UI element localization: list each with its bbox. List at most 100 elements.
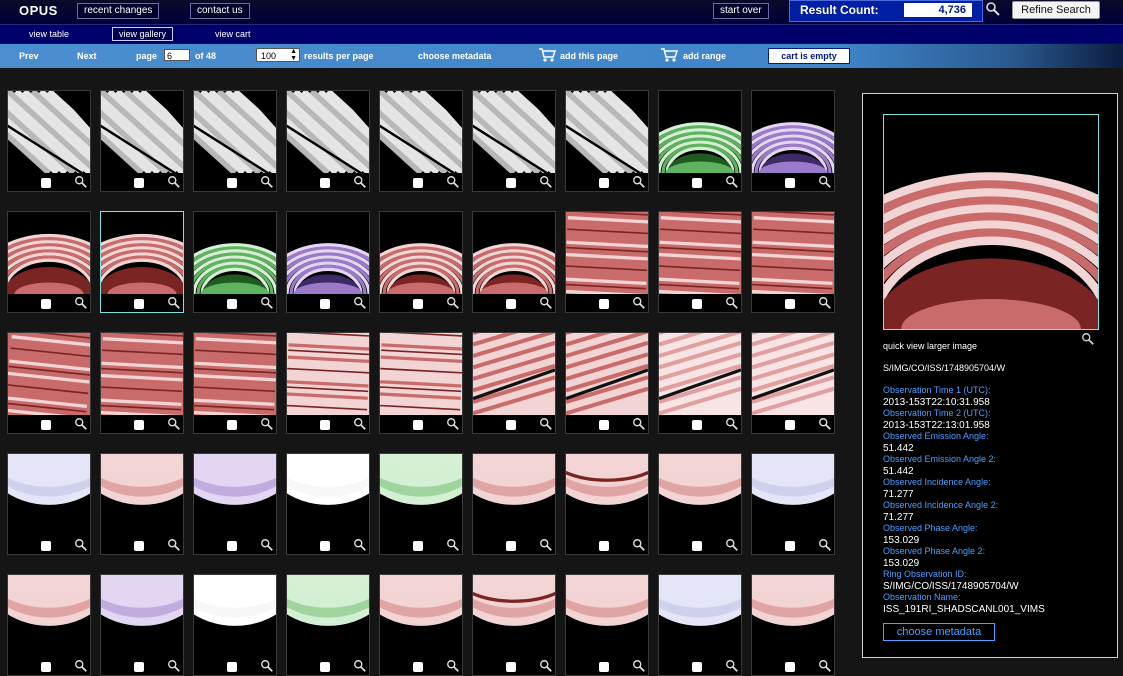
magnifier-icon[interactable] <box>818 175 832 189</box>
magnifier-icon[interactable] <box>539 417 553 431</box>
magnifier-icon[interactable] <box>353 296 367 310</box>
gallery-thumbnail[interactable] <box>658 332 742 434</box>
select-checkbox[interactable] <box>413 541 423 551</box>
magnifier-icon[interactable] <box>167 659 181 673</box>
gallery-thumbnail[interactable] <box>751 332 835 434</box>
magnifier-icon[interactable] <box>725 659 739 673</box>
view-cart-button[interactable]: view cart <box>208 27 258 41</box>
gallery-thumbnail[interactable] <box>751 453 835 555</box>
gallery-thumbnail[interactable] <box>286 453 370 555</box>
gallery-thumbnail[interactable] <box>193 332 277 434</box>
choose-metadata-button[interactable]: choose metadata <box>883 623 995 641</box>
gallery-thumbnail[interactable] <box>751 574 835 676</box>
thumbnail-image[interactable] <box>566 454 648 536</box>
preview-image[interactable] <box>883 114 1099 330</box>
thumbnail-image[interactable] <box>101 212 183 294</box>
thumbnail-image[interactable] <box>473 91 555 173</box>
thumbnail-image[interactable] <box>473 212 555 294</box>
gallery-thumbnail[interactable] <box>7 211 91 313</box>
magnifier-icon[interactable] <box>632 538 646 552</box>
gallery-thumbnail[interactable] <box>100 574 184 676</box>
select-checkbox[interactable] <box>599 662 609 672</box>
select-checkbox[interactable] <box>227 420 237 430</box>
select-checkbox[interactable] <box>134 420 144 430</box>
magnifier-icon[interactable] <box>818 296 832 310</box>
magnifier-icon[interactable] <box>353 538 367 552</box>
thumbnail-image[interactable] <box>101 91 183 173</box>
gallery-thumbnail[interactable] <box>286 332 370 434</box>
gallery-thumbnail[interactable] <box>751 211 835 313</box>
thumbnail-image[interactable] <box>194 575 276 657</box>
thumbnail-image[interactable] <box>380 333 462 415</box>
thumbnail-image[interactable] <box>8 454 90 536</box>
magnifier-icon[interactable] <box>260 296 274 310</box>
thumbnail-image[interactable] <box>287 575 369 657</box>
select-checkbox[interactable] <box>506 178 516 188</box>
magnifier-icon[interactable] <box>632 175 646 189</box>
gallery-thumbnail[interactable] <box>658 453 742 555</box>
magnifier-icon[interactable] <box>632 417 646 431</box>
thumbnail-image[interactable] <box>380 454 462 536</box>
quick-view-label[interactable]: quick view larger image <box>883 341 977 351</box>
thumbnail-image[interactable] <box>380 212 462 294</box>
thumbnail-image[interactable] <box>752 91 834 173</box>
gallery-thumbnail[interactable] <box>565 453 649 555</box>
magnifier-icon[interactable] <box>632 659 646 673</box>
gallery-thumbnail[interactable] <box>472 211 556 313</box>
thumbnail-image[interactable] <box>101 575 183 657</box>
next-button[interactable]: Next <box>77 51 97 61</box>
gallery-thumbnail[interactable] <box>7 453 91 555</box>
magnifier-icon[interactable] <box>74 659 88 673</box>
thumbnail-image[interactable] <box>659 333 741 415</box>
magnifier-icon[interactable] <box>74 296 88 310</box>
gallery-thumbnail[interactable] <box>100 211 184 313</box>
select-checkbox[interactable] <box>134 541 144 551</box>
magnifier-icon[interactable] <box>632 296 646 310</box>
gallery-thumbnail[interactable] <box>379 332 463 434</box>
magnifier-icon[interactable] <box>74 538 88 552</box>
thumbnail-image[interactable] <box>566 333 648 415</box>
select-checkbox[interactable] <box>413 662 423 672</box>
magnifier-icon[interactable] <box>446 538 460 552</box>
recent-changes-link[interactable]: recent changes <box>77 3 160 19</box>
thumbnail-image[interactable] <box>473 333 555 415</box>
thumbnail-image[interactable] <box>8 212 90 294</box>
magnifier-icon[interactable] <box>539 175 553 189</box>
gallery-thumbnail[interactable] <box>472 453 556 555</box>
magnifier-icon[interactable] <box>353 175 367 189</box>
select-checkbox[interactable] <box>413 420 423 430</box>
gallery-thumbnail[interactable] <box>565 211 649 313</box>
opus-logo[interactable]: OPUS <box>19 3 58 18</box>
select-checkbox[interactable] <box>227 662 237 672</box>
thumbnail-image[interactable] <box>566 91 648 173</box>
thumbnail-image[interactable] <box>287 212 369 294</box>
select-checkbox[interactable] <box>134 178 144 188</box>
select-checkbox[interactable] <box>506 299 516 309</box>
gallery-thumbnail[interactable] <box>193 453 277 555</box>
select-checkbox[interactable] <box>599 420 609 430</box>
select-checkbox[interactable] <box>506 541 516 551</box>
select-checkbox[interactable] <box>320 299 330 309</box>
select-checkbox[interactable] <box>134 299 144 309</box>
select-checkbox[interactable] <box>41 178 51 188</box>
thumbnail-image[interactable] <box>287 454 369 536</box>
thumbnail-image[interactable] <box>194 212 276 294</box>
thumbnail-image[interactable] <box>473 454 555 536</box>
magnifier-icon[interactable] <box>260 538 274 552</box>
gallery-thumbnail[interactable] <box>379 574 463 676</box>
thumbnail-image[interactable] <box>752 575 834 657</box>
gallery-thumbnail[interactable] <box>658 211 742 313</box>
magnifier-icon[interactable] <box>725 417 739 431</box>
magnifier-icon[interactable] <box>539 538 553 552</box>
magnifier-icon[interactable] <box>1081 332 1095 346</box>
select-checkbox[interactable] <box>41 662 51 672</box>
cart-icon[interactable] <box>538 47 556 63</box>
magnifier-icon[interactable] <box>985 1 1001 17</box>
thumbnail-image[interactable] <box>566 575 648 657</box>
thumbnail-image[interactable] <box>194 333 276 415</box>
thumbnail-image[interactable] <box>752 454 834 536</box>
select-checkbox[interactable] <box>692 178 702 188</box>
gallery-thumbnail[interactable] <box>379 453 463 555</box>
magnifier-icon[interactable] <box>446 659 460 673</box>
page-input[interactable]: 6 <box>164 49 190 61</box>
